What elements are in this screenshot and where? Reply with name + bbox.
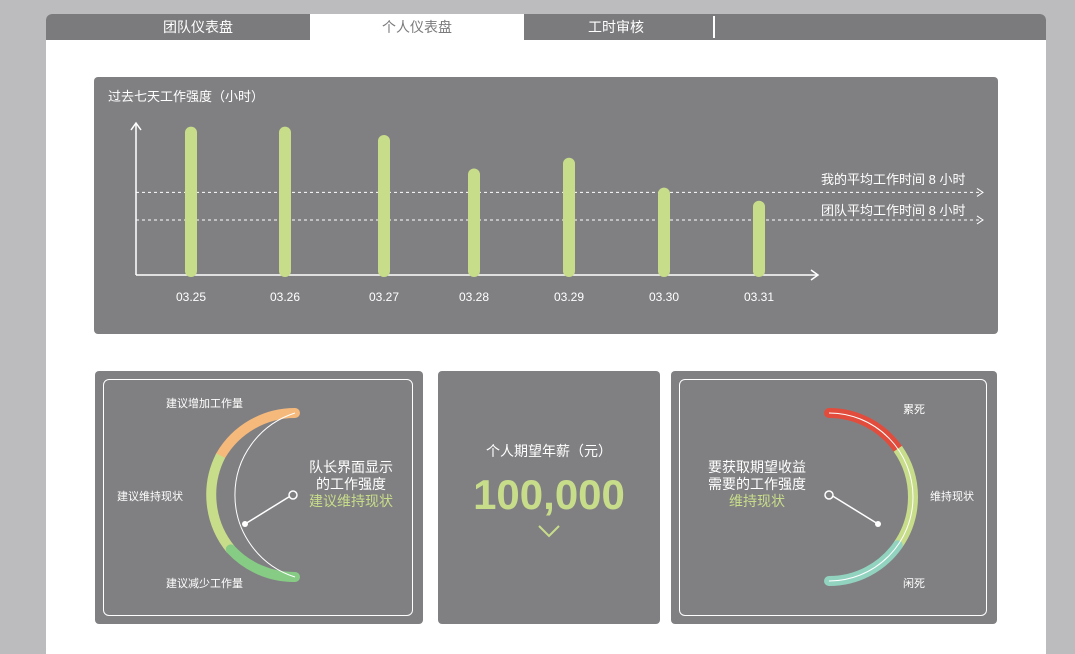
salary-title: 个人期望年薪（元） [486, 443, 612, 459]
bar[interactable] [378, 134, 390, 277]
chevron-down-icon[interactable] [537, 524, 561, 538]
gauge-track [234, 412, 296, 578]
x-tick-label: 03.28 [458, 290, 490, 304]
expected-salary-card: 个人期望年薪（元） 100,000 [438, 371, 660, 624]
gauge-segment-maintain [206, 453, 235, 553]
salary-value: 100,000 [473, 471, 625, 518]
gauge-pivot [242, 521, 248, 527]
gauge-label-exhausted: 累死 [903, 404, 925, 416]
x-tick-label: 03.25 [175, 290, 207, 304]
gauge-label-increase: 建议增加工作量 [166, 398, 243, 410]
bar[interactable] [185, 126, 197, 277]
gauge-segment-exhausted [824, 408, 903, 454]
team-intensity-gauge-card: 建议增加工作量 建议维持现状 建议减少工作量 队长界面显示 的工作强度 建议维持… [95, 371, 423, 624]
gauge-needle-tip [824, 490, 834, 500]
gauge-needle [244, 494, 293, 525]
tab-timesheet-review[interactable]: 工时审核 [524, 14, 708, 40]
required-intensity-gauge-card: 累死 维持现状 闲死 要获取期望收益 需要的工作强度 维持现状 [671, 371, 997, 624]
gauge-center-line2: 需要的工作强度 [708, 476, 806, 492]
weekly-intensity-card: 过去七天工作强度（小时） 我的平均工作时间 8 小时 团队平均工作时间 8 小时… [94, 77, 998, 334]
gauge-center-status: 建议维持现状 [309, 493, 393, 509]
gauge-segment-increase [215, 407, 300, 461]
x-tick-label: 03.31 [743, 290, 775, 304]
team-average-label: 团队平均工作时间 8 小时 [821, 203, 966, 218]
my-average-label: 我的平均工作时间 8 小时 [821, 172, 966, 187]
tab-personal-dashboard[interactable]: 个人仪表盘 [310, 14, 524, 40]
bar[interactable] [658, 187, 670, 277]
gauge-needle [830, 494, 879, 525]
gauge-pivot [875, 521, 881, 527]
gauge-segment-idle [824, 540, 903, 586]
bar[interactable] [279, 126, 291, 277]
bar[interactable] [753, 200, 765, 277]
gauge-center-line1: 队长界面显示 [309, 459, 393, 475]
gauge-center-line2: 的工作强度 [316, 476, 386, 492]
gauge-center-text: 要获取期望收益 需要的工作强度 维持现状 [697, 459, 817, 510]
gauge-label-decrease: 建议减少工作量 [166, 578, 243, 590]
gauge-center-text: 队长界面显示 的工作强度 建议维持现状 [297, 459, 405, 510]
gauge-needle-tip [288, 490, 298, 500]
tab-bar: 团队仪表盘 个人仪表盘 工时审核 [46, 14, 1046, 40]
x-tick-label: 03.29 [553, 290, 585, 304]
x-tick-label: 03.26 [269, 290, 301, 304]
gauge-track [828, 412, 914, 582]
x-tick-label: 03.27 [368, 290, 400, 304]
bar[interactable] [468, 168, 480, 277]
gauge-label-maintain: 建议维持现状 [117, 491, 183, 503]
gauge-label-maintain: 维持现状 [930, 491, 974, 503]
tab-team-dashboard[interactable]: 团队仪表盘 [96, 14, 300, 40]
gauge-center-line1: 要获取期望收益 [708, 459, 806, 475]
bar[interactable] [563, 157, 575, 277]
x-tick-label: 03.30 [648, 290, 680, 304]
tab-divider [713, 16, 715, 38]
gauge-center-status: 维持现状 [729, 493, 785, 509]
gauge-label-idle: 闲死 [903, 578, 925, 590]
